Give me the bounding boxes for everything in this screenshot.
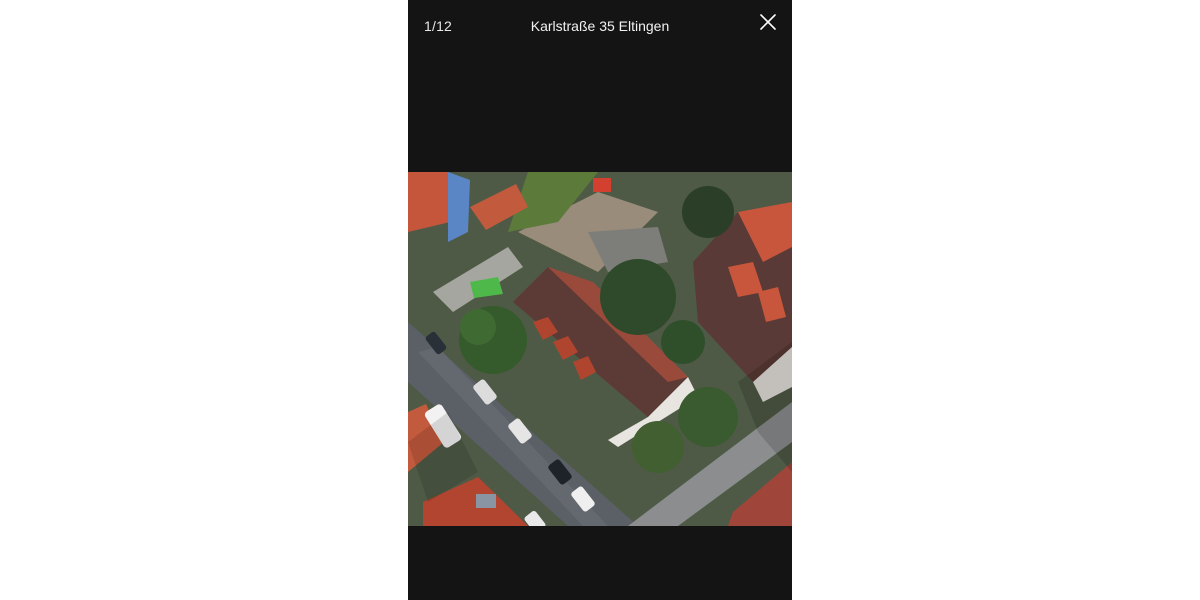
close-icon [760, 14, 776, 30]
photo-viewer: 1/12 Karlstraße 35 Eltingen [408, 0, 792, 600]
close-button[interactable] [758, 12, 778, 32]
aerial-map-image [408, 172, 792, 526]
aerial-photo[interactable] [408, 172, 792, 526]
viewer-header: 1/12 Karlstraße 35 Eltingen [408, 0, 792, 52]
listing-title: Karlstraße 35 Eltingen [530, 18, 670, 34]
